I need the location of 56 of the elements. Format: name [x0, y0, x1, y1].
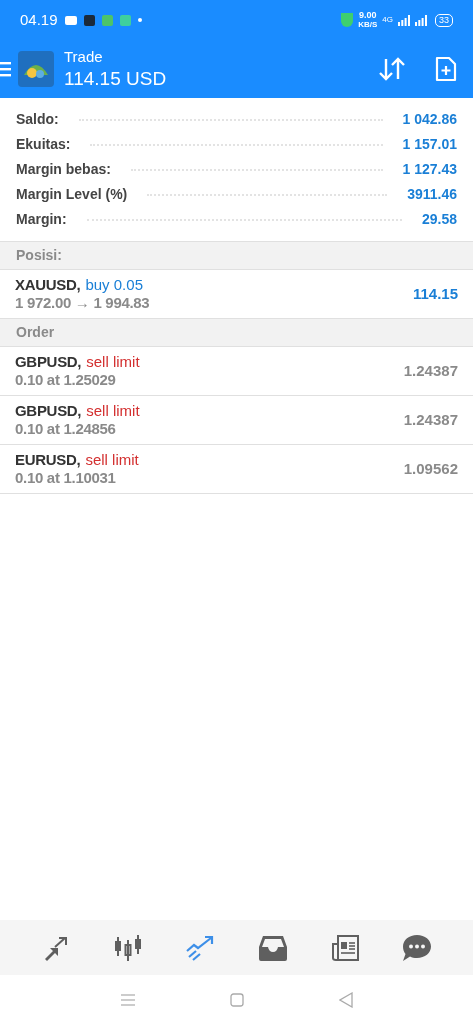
- account-label: Margin:: [16, 210, 67, 229]
- symbol-text: GBPUSD,: [15, 402, 82, 420]
- account-value: 3911.46: [407, 185, 457, 204]
- order-detail-text: 0.10 at 1.25029: [15, 371, 117, 389]
- order-type-text: sell limit: [86, 402, 140, 420]
- back-icon[interactable]: [338, 991, 353, 1008]
- account-value: 1 042.86: [402, 110, 457, 129]
- network-text: 4G: [382, 14, 393, 26]
- order-detail-text: 0.10 at 1.24856: [15, 420, 117, 438]
- inbox-icon: [258, 934, 287, 961]
- price-value: 1.24387: [403, 360, 458, 381]
- screen-title: Trade: [64, 47, 104, 67]
- order-detail-text: 1 972.00 → 1 994.83: [15, 294, 150, 312]
- account-label: Margin bebas:: [16, 160, 111, 179]
- video-app-icon: [64, 15, 77, 25]
- account-value: 1 157.01: [402, 135, 457, 154]
- app-icon: [83, 14, 95, 26]
- app-icon: [119, 14, 131, 26]
- account-label: Margin Level (%): [16, 185, 128, 204]
- profit-value: 114.15: [412, 283, 458, 304]
- clock-text: 04.19: [20, 9, 58, 30]
- sort-icon[interactable]: [379, 57, 405, 81]
- signal-icon: [415, 14, 427, 26]
- candlestick-icon: [113, 933, 144, 962]
- order-detail-text: 0.10 at 1.10031: [15, 469, 117, 487]
- symbol-text: XAUUSD,: [15, 276, 81, 294]
- symbol-text: GBPUSD,: [15, 353, 82, 371]
- symbol-text: EURUSD,: [15, 451, 81, 469]
- shield-icon: [341, 13, 354, 27]
- speed-unit-text: KB/S: [358, 20, 378, 29]
- balance-text: 114.15 USD: [64, 66, 167, 91]
- price-value: 1.09562: [403, 458, 458, 479]
- new-document-icon[interactable]: [435, 56, 457, 82]
- signal-icon: [398, 14, 410, 26]
- trend-arrow-icon: [185, 934, 216, 961]
- app-logo-icon: [18, 51, 54, 87]
- trade-row[interactable]: GBPUSD, sell limit 0.10 at 1.24856 1.24387: [0, 396, 473, 445]
- order-type-text: buy 0.05: [85, 276, 143, 294]
- account-value: 1 127.43: [402, 160, 457, 179]
- app-icon: [101, 14, 113, 26]
- newspaper-icon: [330, 933, 359, 962]
- section-title: Posisi:: [16, 246, 62, 265]
- home-icon[interactable]: [229, 992, 244, 1007]
- trade-row[interactable]: EURUSD, sell limit 0.10 at 1.10031 1.09562: [0, 445, 473, 494]
- account-label: Ekuitas:: [16, 135, 71, 154]
- price-value: 1.24387: [403, 409, 458, 430]
- section-title: Order: [16, 323, 55, 342]
- account-label: Saldo:: [16, 110, 59, 129]
- battery-indicator: 33: [435, 13, 453, 27]
- order-type-text: sell limit: [85, 451, 139, 469]
- account-value: 29.58: [421, 210, 457, 229]
- order-type-text: sell limit: [86, 353, 140, 371]
- speed-text: 9.00: [359, 11, 377, 20]
- menu-icon[interactable]: [0, 61, 11, 77]
- chat-bubble-icon: [401, 933, 432, 962]
- trade-row[interactable]: GBPUSD, sell limit 0.10 at 1.25029 1.24387: [0, 347, 473, 396]
